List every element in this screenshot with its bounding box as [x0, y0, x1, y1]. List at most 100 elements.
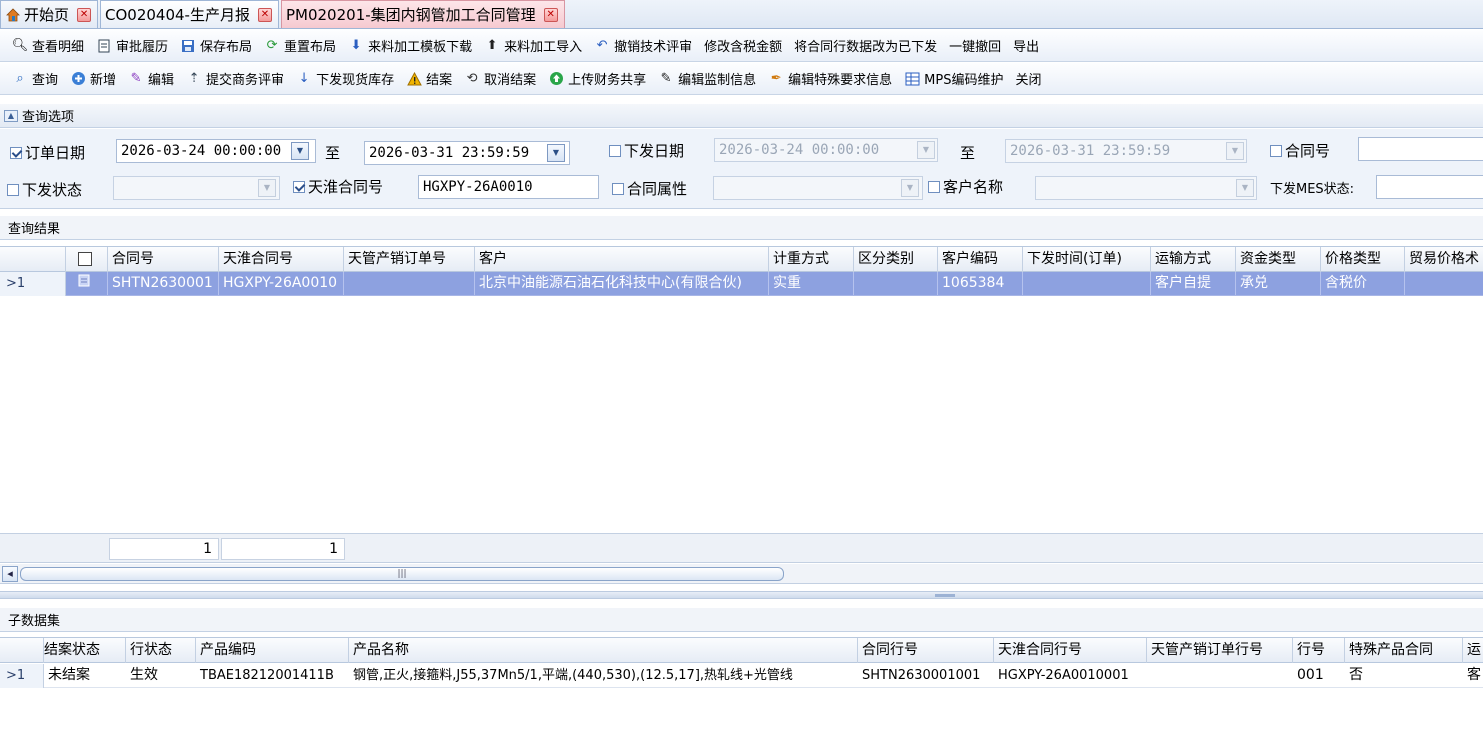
- query-options-header[interactable]: ▲ 查询选项: [0, 104, 1483, 128]
- row-indicator[interactable]: >1: [0, 272, 66, 296]
- checkbox-checked[interactable]: [10, 146, 22, 159]
- contract-attr-checkbox[interactable]: 合同属性: [612, 178, 687, 199]
- close-icon[interactable]: ✕: [77, 7, 92, 22]
- child-row-indicator[interactable]: >1: [0, 664, 44, 688]
- cell-fund-type[interactable]: 承兑: [1236, 272, 1321, 295]
- col-special-product[interactable]: 特殊产品合同: [1345, 638, 1463, 663]
- issue-date-checkbox[interactable]: 下发日期: [609, 140, 684, 161]
- col-sales-order[interactable]: 天管产销订单号: [344, 247, 475, 272]
- cell-sales-order[interactable]: [344, 272, 475, 295]
- col-category[interactable]: 区分类别: [854, 247, 938, 272]
- order-date-to-input[interactable]: 2026-03-31 23:59:59: [364, 141, 570, 165]
- cell-customer[interactable]: 北京中油能源石油石化科技中心(有限合伙): [475, 272, 769, 295]
- checkbox-unchecked[interactable]: [609, 144, 621, 157]
- contract-attr-select[interactable]: [713, 176, 923, 200]
- cell-sales-order-line-no[interactable]: [1147, 664, 1293, 687]
- issue-status-select[interactable]: [113, 176, 280, 200]
- cell-product-name[interactable]: 钢管,正火,接箍料,J55,37Mn5/1,平端,(440,530),(12.5…: [349, 664, 858, 687]
- export-button[interactable]: 导出: [1007, 34, 1045, 58]
- col-tianzhun-contract[interactable]: 天淮合同号: [219, 247, 344, 272]
- import-button[interactable]: ⬆ 来料加工导入: [478, 34, 588, 58]
- cell-tianzhun-contract[interactable]: HGXPY-26A0010: [219, 272, 344, 295]
- collapse-icon[interactable]: ▲: [4, 109, 18, 122]
- cell-close-status[interactable]: 未结案: [44, 664, 126, 687]
- scroll-left-icon[interactable]: ◂: [2, 566, 18, 582]
- tianzhun-contract-checkbox[interactable]: 天淮合同号: [293, 176, 383, 197]
- checkbox-unchecked[interactable]: [928, 180, 940, 193]
- modify-tax-amount-button[interactable]: 修改含税金额: [698, 34, 788, 58]
- cell-contract-line-no[interactable]: SHTN2630001001: [858, 664, 994, 687]
- cell-customer-code[interactable]: 1065384: [938, 272, 1023, 295]
- cell-contract-no[interactable]: SHTN2630001: [108, 272, 219, 295]
- mps-code-button[interactable]: MPS编码维护: [898, 67, 1009, 91]
- chevron-down-icon[interactable]: ▼: [258, 179, 276, 197]
- select-all-header[interactable]: [66, 247, 108, 272]
- edit-button[interactable]: ✎ 编辑: [122, 67, 180, 91]
- panel-splitter[interactable]: [0, 591, 1483, 599]
- tab-contract-management[interactable]: PM020201-集团内钢管加工合同管理 ✕: [280, 0, 565, 28]
- splitter-grip[interactable]: [935, 594, 955, 597]
- col-line-status[interactable]: 行状态: [126, 638, 196, 663]
- save-layout-button[interactable]: 保存布局: [174, 34, 258, 58]
- tab-home[interactable]: 开始页 ✕: [0, 0, 99, 28]
- col-trade-price[interactable]: 贸易价格术: [1405, 247, 1483, 272]
- table-row[interactable]: >1 SHTN2630001 HGXPY-26A0010 北京中油能源石油石化科…: [0, 272, 1483, 296]
- view-detail-button[interactable]: 🔍︎ 查看明细: [6, 34, 90, 58]
- chevron-down-icon[interactable]: ▼: [1226, 142, 1244, 160]
- col-issue-time[interactable]: 下发时间(订单): [1023, 247, 1151, 272]
- chevron-down-icon[interactable]: ▼: [1236, 179, 1254, 197]
- horizontal-scrollbar[interactable]: ◂ |||: [0, 564, 1483, 584]
- cell-price-type[interactable]: 含税价: [1321, 272, 1405, 295]
- cell-category[interactable]: [854, 272, 938, 295]
- chevron-down-icon[interactable]: ▼: [291, 142, 309, 160]
- col-customer[interactable]: 客户: [475, 247, 769, 272]
- tianzhun-contract-input[interactable]: HGXPY-26A0010: [418, 175, 599, 199]
- cell-issue-time[interactable]: [1023, 272, 1151, 295]
- tab-production-report[interactable]: CO020404-生产月报 ✕: [100, 0, 279, 28]
- customer-name-checkbox[interactable]: 客户名称: [928, 176, 1003, 197]
- cell-line-no[interactable]: 001: [1293, 664, 1345, 687]
- cell-transport-partial[interactable]: 客: [1463, 664, 1483, 687]
- submit-business-review-button[interactable]: ⇡ 提交商务评审: [180, 67, 290, 91]
- mes-status-input[interactable]: [1376, 175, 1483, 199]
- col-transport-partial[interactable]: 运: [1463, 638, 1483, 663]
- add-button[interactable]: 新增: [64, 67, 122, 91]
- cell-transport[interactable]: 客户自提: [1151, 272, 1236, 295]
- close-case-button[interactable]: 结案: [400, 67, 458, 91]
- col-product-code[interactable]: 产品编码: [196, 638, 349, 663]
- row-doc-icon[interactable]: [66, 272, 108, 295]
- cell-trade-price[interactable]: [1405, 272, 1483, 295]
- close-icon[interactable]: ✕: [543, 7, 558, 22]
- col-line-no[interactable]: 行号: [1293, 638, 1345, 663]
- col-product-name[interactable]: 产品名称: [349, 638, 858, 663]
- cell-special-product[interactable]: 否: [1345, 664, 1463, 687]
- order-date-checkbox[interactable]: 订单日期: [10, 142, 85, 163]
- cancel-close-case-button[interactable]: ⟲ 取消结案: [458, 67, 542, 91]
- issue-date-to-input[interactable]: 2026-03-31 23:59:59: [1005, 139, 1247, 163]
- upload-finance-button[interactable]: 上传财务共享: [542, 67, 652, 91]
- one-click-recall-button[interactable]: 一键撤回: [943, 34, 1007, 58]
- col-sales-order-line-no[interactable]: 天管产销订单行号: [1147, 638, 1293, 663]
- query-button[interactable]: ⌕ 查询: [6, 67, 64, 91]
- col-customer-code[interactable]: 客户编码: [938, 247, 1023, 272]
- approval-history-button[interactable]: 审批履历: [90, 34, 174, 58]
- checkbox-unchecked[interactable]: [7, 183, 19, 196]
- col-contract-no[interactable]: 合同号: [108, 247, 219, 272]
- chevron-down-icon[interactable]: ▼: [917, 141, 935, 159]
- edit-special-requirement-button[interactable]: ✒ 编辑特殊要求信息: [762, 67, 898, 91]
- col-contract-line-no[interactable]: 合同行号: [858, 638, 994, 663]
- cell-weighing[interactable]: 实重: [769, 272, 854, 295]
- child-table-row[interactable]: >1 未结案 生效 TBAE18212001411B 钢管,正火,接箍料,J55…: [0, 664, 1483, 688]
- reset-layout-button[interactable]: ⟳ 重置布局: [258, 34, 342, 58]
- chevron-down-icon[interactable]: ▼: [901, 179, 919, 197]
- col-transport[interactable]: 运输方式: [1151, 247, 1236, 272]
- contract-no-checkbox[interactable]: 合同号: [1270, 140, 1330, 161]
- col-fund-type[interactable]: 资金类型: [1236, 247, 1321, 272]
- checkbox-unchecked[interactable]: [612, 182, 624, 195]
- checkbox-checked[interactable]: [293, 180, 305, 193]
- col-tianzhun-line-no[interactable]: 天淮合同行号: [994, 638, 1147, 663]
- issue-date-from-input[interactable]: 2026-03-24 00:00:00: [714, 138, 938, 162]
- contract-no-input[interactable]: [1358, 137, 1483, 161]
- close-button[interactable]: 关闭: [1009, 67, 1047, 91]
- issue-status-checkbox[interactable]: 下发状态: [7, 179, 82, 200]
